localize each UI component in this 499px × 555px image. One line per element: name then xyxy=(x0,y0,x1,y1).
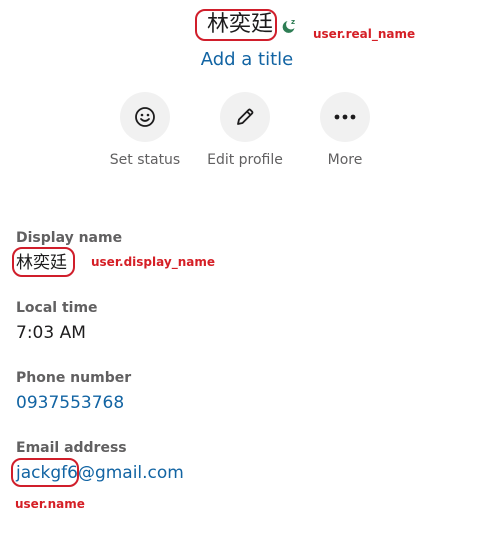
local-time-value: 7:03 AM xyxy=(16,323,86,343)
set-status-label: Set status xyxy=(109,152,181,168)
pencil-icon xyxy=(237,108,254,125)
edit-profile-icon-circle xyxy=(220,92,270,142)
local-time-label: Local time xyxy=(16,300,98,316)
add-title-label: Add a title xyxy=(200,49,294,70)
set-status-button[interactable]: Set status xyxy=(95,92,195,168)
display-name-highlight xyxy=(12,247,75,277)
annotation-user-name: user.name xyxy=(15,497,85,511)
real-name: 林奕廷 xyxy=(207,12,274,37)
display-name-label: Display name xyxy=(16,230,123,246)
svg-text:z: z xyxy=(291,18,295,26)
annotation-real-name: user.real_name xyxy=(313,27,416,41)
email-field: Email address jackgf6 @gmail.com xyxy=(11,439,184,487)
profile-header: 林奕廷 z user.real_name xyxy=(0,8,499,46)
more-button[interactable]: More xyxy=(295,92,395,168)
email-link[interactable]: jackgf6 @gmail.com xyxy=(11,458,184,487)
email-label: Email address xyxy=(16,440,127,456)
edit-profile-button[interactable]: Edit profile xyxy=(195,92,295,168)
phone-link[interactable]: 0937553768 xyxy=(16,392,131,414)
email-user-highlight xyxy=(11,458,79,487)
more-label: More xyxy=(327,152,363,168)
phone-field: Phone number 0937553768 xyxy=(16,369,131,414)
more-icon-circle xyxy=(320,92,370,142)
annotation-display-name: user.display_name xyxy=(91,255,215,269)
add-title-link[interactable]: Add a title xyxy=(0,48,499,72)
set-status-icon-circle xyxy=(120,92,170,142)
display-name-wrap: 林奕廷 xyxy=(12,247,75,277)
edit-profile-label: Edit profile xyxy=(207,152,283,168)
email-domain: @gmail.com xyxy=(77,463,184,483)
profile-actions: Set status Edit profile More xyxy=(0,92,499,172)
smiley-icon xyxy=(135,107,155,127)
local-time-field: Local time 7:03 AM xyxy=(16,299,98,344)
away-zzz-icon: z xyxy=(282,18,295,33)
phone-label: Phone number xyxy=(16,370,132,386)
email-user-wrap: jackgf6 xyxy=(11,458,79,487)
ellipsis-icon xyxy=(334,114,356,120)
